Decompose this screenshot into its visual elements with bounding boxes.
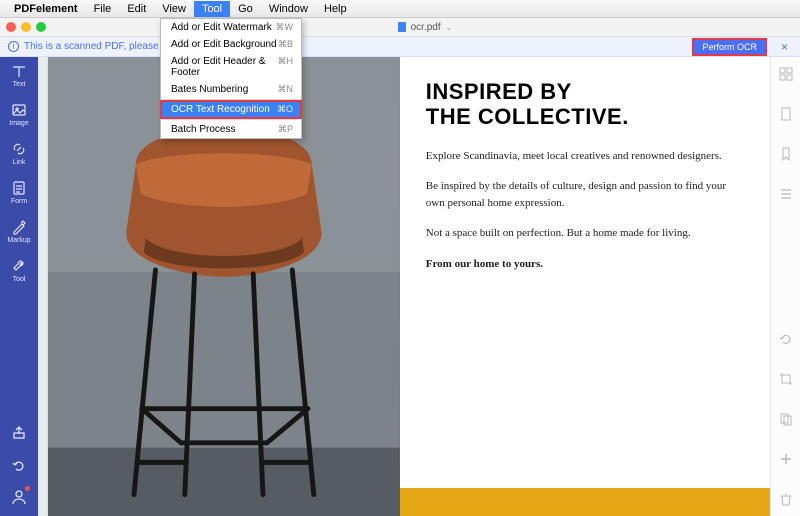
extract-icon xyxy=(779,412,793,426)
menu-edit[interactable]: Edit xyxy=(119,1,154,17)
ocr-banner: i This is a scanned PDF, please perfo Pe… xyxy=(0,37,800,57)
menu-item-watermark[interactable]: Add or Edit Watermark ⌘W xyxy=(161,19,301,36)
menu-item-label: Batch Process xyxy=(171,124,235,135)
crop-button[interactable] xyxy=(779,372,793,386)
shortcut: ⌘N xyxy=(278,84,294,95)
export-button[interactable] xyxy=(10,424,28,442)
document-viewport[interactable]: INSPIRED BY THE COLLECTIVE. Explore Scan… xyxy=(38,57,770,516)
delete-page-button[interactable] xyxy=(779,492,793,506)
link-icon xyxy=(11,141,27,157)
menu-separator xyxy=(161,119,301,120)
sidebar-link[interactable]: Link xyxy=(11,141,27,166)
trash-icon xyxy=(779,492,793,506)
shortcut: ⌘H xyxy=(278,56,294,78)
tool-menu-dropdown: Add or Edit Watermark ⌘W Add or Edit Back… xyxy=(160,18,302,139)
close-window-icon[interactable] xyxy=(6,22,16,32)
titlebar: ocr.pdf ⌄ xyxy=(0,18,800,37)
menu-item-label: Add or Edit Background xyxy=(171,39,277,50)
shortcut: ⌘O xyxy=(277,104,293,115)
sidebar-form[interactable]: Form xyxy=(11,180,27,205)
menu-separator xyxy=(161,99,301,100)
sidebar-item-label: Image xyxy=(9,120,28,127)
menu-file[interactable]: File xyxy=(86,1,120,17)
undo-icon xyxy=(11,457,27,473)
menu-go[interactable]: Go xyxy=(230,1,261,17)
perform-ocr-button[interactable]: Perform OCR xyxy=(692,38,767,56)
sidebar-item-label: Tool xyxy=(13,276,26,283)
bookmark-button[interactable] xyxy=(779,147,793,161)
page-heading-line1: INSPIRED BY xyxy=(426,79,744,104)
menu-item-label: Add or Edit Watermark xyxy=(171,22,272,33)
menu-item-background[interactable]: Add or Edit Background⌘B xyxy=(161,36,301,53)
outline-button[interactable] xyxy=(779,187,793,201)
notification-dot-icon xyxy=(25,486,30,491)
document-name: ocr.pdf xyxy=(411,22,441,33)
markup-icon xyxy=(11,219,27,235)
page-paragraph: Not a space built on perfection. But a h… xyxy=(426,225,744,242)
page-icon xyxy=(779,107,793,121)
extract-button[interactable] xyxy=(779,412,793,426)
form-icon xyxy=(11,180,27,196)
menu-tool[interactable]: Tool xyxy=(194,1,230,17)
bookmark-icon xyxy=(779,147,793,161)
undo-button[interactable] xyxy=(10,456,28,474)
sidebar-image[interactable]: Image xyxy=(9,102,28,127)
thumbnails-button[interactable] xyxy=(779,67,793,81)
menu-item-label: OCR Text Recognition xyxy=(171,104,270,115)
page-gold-bar xyxy=(400,488,770,516)
rotate-button[interactable] xyxy=(779,332,793,346)
account-button[interactable] xyxy=(10,488,28,506)
page-paragraph: Explore Scandinavia, meet local creative… xyxy=(426,148,744,165)
user-icon xyxy=(11,489,27,505)
close-banner-button[interactable]: × xyxy=(777,40,792,54)
add-page-button[interactable] xyxy=(779,452,793,466)
shortcut: ⌘P xyxy=(278,124,293,135)
menubar: PDFelement File Edit View Tool Go Window… xyxy=(0,0,800,18)
shortcut: ⌘W xyxy=(276,22,294,33)
sidebar-item-label: Text xyxy=(13,81,26,88)
app-name[interactable]: PDFelement xyxy=(14,3,78,15)
sidebar-item-label: Link xyxy=(13,159,26,166)
rotate-icon xyxy=(779,332,793,346)
text-icon xyxy=(11,63,27,79)
traffic-lights xyxy=(6,22,46,32)
page-heading-line2: THE COLLECTIVE. xyxy=(426,104,744,129)
menu-help[interactable]: Help xyxy=(316,1,355,17)
sidebar-text[interactable]: Text xyxy=(11,63,27,88)
sidebar-markup[interactable]: Markup xyxy=(7,219,30,244)
page: INSPIRED BY THE COLLECTIVE. Explore Scan… xyxy=(48,57,770,516)
info-icon: i xyxy=(8,41,19,52)
shortcut: ⌘B xyxy=(278,39,293,50)
image-icon xyxy=(11,102,27,118)
minimize-window-icon[interactable] xyxy=(21,22,31,32)
crop-icon xyxy=(779,372,793,386)
left-sidebar: Text Image Link Form Markup Tool xyxy=(0,57,38,516)
menu-item-label: Bates Numbering xyxy=(171,84,248,95)
menu-item-bates[interactable]: Bates Numbering ⌘N xyxy=(161,81,301,98)
page-paragraph-bold: From our home to yours. xyxy=(426,256,744,273)
document-tab[interactable]: ocr.pdf ⌄ xyxy=(398,22,453,33)
pdf-icon xyxy=(398,22,406,32)
sidebar-item-label: Markup xyxy=(7,237,30,244)
tool-icon xyxy=(11,258,27,274)
chevron-down-icon[interactable]: ⌄ xyxy=(446,23,453,32)
menu-item-label: Add or Edit Header & Footer xyxy=(171,56,278,78)
sidebar-item-label: Form xyxy=(11,198,27,205)
right-sidebar xyxy=(770,57,800,516)
menu-view[interactable]: View xyxy=(154,1,194,17)
menu-item-header-footer[interactable]: Add or Edit Header & Footer⌘H xyxy=(161,53,301,81)
page-paragraph: Be inspired by the details of culture, d… xyxy=(426,178,744,211)
menu-item-batch[interactable]: Batch Process ⌘P xyxy=(161,121,301,138)
sidebar-tool[interactable]: Tool xyxy=(11,258,27,283)
plus-icon xyxy=(779,452,793,466)
page-panel-button[interactable] xyxy=(779,107,793,121)
page-text-column: INSPIRED BY THE COLLECTIVE. Explore Scan… xyxy=(400,57,770,516)
menu-window[interactable]: Window xyxy=(261,1,316,17)
outline-icon xyxy=(779,187,793,201)
export-icon xyxy=(11,425,27,441)
zoom-window-icon[interactable] xyxy=(36,22,46,32)
menu-item-ocr[interactable]: OCR Text Recognition ⌘O xyxy=(161,101,301,118)
thumbnails-icon xyxy=(779,67,793,81)
